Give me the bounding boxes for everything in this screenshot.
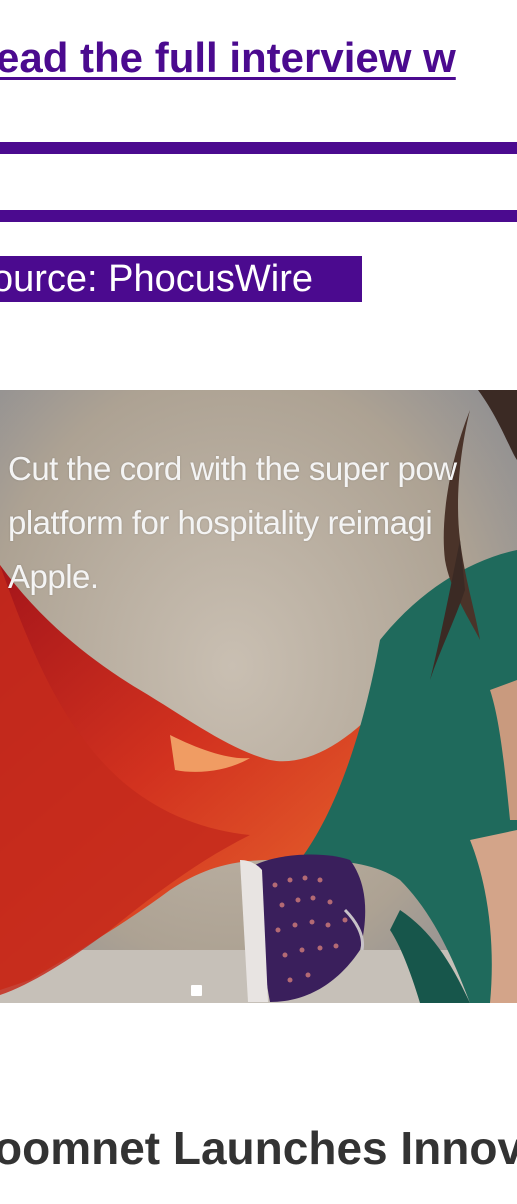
- page: ead the full interview w ource: PhocusWi…: [0, 0, 517, 1204]
- hero-caption: Cut the cord with the super pow platform…: [8, 442, 517, 604]
- hero-caption-line: Cut the cord with the super pow: [8, 450, 457, 487]
- hero-caption-line: platform for hospitality reimagi: [8, 504, 433, 541]
- read-full-interview-link[interactable]: ead the full interview w: [0, 34, 456, 82]
- source-badge: ource: PhocusWire: [0, 256, 362, 302]
- carousel-indicator-dot[interactable]: [191, 985, 202, 996]
- article-headline[interactable]: oomnet Launches Innov: [0, 1120, 517, 1176]
- divider-top: [0, 142, 517, 154]
- divider-bottom: [0, 210, 517, 222]
- source-label: ource: PhocusWire: [0, 258, 314, 300]
- hero-carousel[interactable]: Cut the cord with the super pow platform…: [0, 390, 517, 1003]
- hero-caption-line: Apple.: [8, 558, 99, 595]
